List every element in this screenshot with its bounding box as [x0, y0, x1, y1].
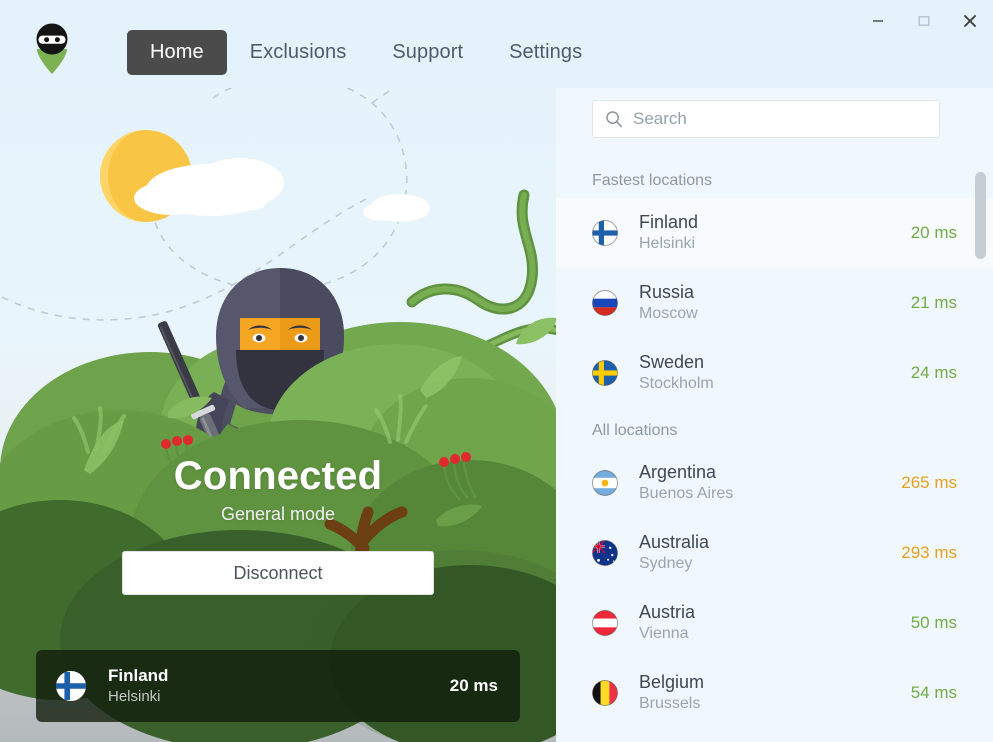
location-country: Sweden [639, 352, 705, 373]
connection-mode-subtitle: General mode [220, 504, 336, 524]
location-row[interactable]: Finland Helsinki 20 ms [556, 198, 993, 268]
location-country: Russia [639, 282, 695, 303]
current-location-text: Finland Helsinki [108, 665, 450, 707]
maximize-icon [918, 16, 930, 26]
location-ping: 21 ms [910, 293, 957, 312]
flag-austria-icon [592, 610, 618, 636]
ninja-scene-illustration [0, 0, 556, 742]
location-city: Stockholm [639, 375, 714, 393]
location-country: Austria [639, 602, 696, 623]
close-icon [964, 15, 976, 27]
search-icon [606, 111, 622, 128]
location-country: Belgium [639, 672, 705, 693]
all-locations-label: All locations [592, 422, 678, 439]
home-illustration-panel: Connected General mode Disconnect Finlan… [0, 0, 556, 742]
minimize-button[interactable] [855, 0, 901, 42]
location-ping: 20 ms [910, 223, 957, 242]
location-ping: 293 ms [901, 543, 957, 562]
location-text: Sweden Stockholm [639, 351, 911, 395]
all-locations-list: Argentina Buenos Aires 265 ms Australia … [556, 448, 993, 728]
location-row[interactable]: Russia Moscow 21 ms [556, 268, 993, 338]
location-text: Argentina Buenos Aires [639, 461, 901, 505]
location-city: Helsinki [639, 235, 696, 253]
fastest-locations-label: Fastest locations [592, 172, 713, 189]
location-row[interactable]: Belgium Brussels 54 ms [556, 658, 993, 728]
location-text: Belgium Brussels [639, 671, 911, 715]
location-row[interactable]: Sweden Stockholm 24 ms [556, 338, 993, 408]
minimize-icon [873, 20, 883, 22]
location-ping: 24 ms [910, 363, 957, 382]
flag-argentina-icon [592, 470, 618, 496]
main-navigation: Home Exclusions Support Settings [127, 30, 605, 75]
adguard-vpn-ninja-logo [36, 23, 68, 74]
connection-status-block: Connected General mode Disconnect [0, 455, 556, 595]
search-input[interactable] [633, 101, 939, 137]
close-button[interactable] [947, 0, 993, 42]
title-bar: Home Exclusions Support Settings [0, 0, 993, 88]
flag-sweden-icon [592, 360, 618, 386]
location-text: Australia Sydney [639, 531, 901, 575]
location-row[interactable]: Austria Vienna 50 ms [556, 588, 993, 658]
current-location-city: Helsinki [108, 688, 161, 706]
location-ping: 54 ms [910, 683, 957, 702]
vpn-app-window: Connected General mode Disconnect Finlan… [0, 0, 993, 742]
location-city: Buenos Aires [639, 485, 734, 503]
flag-belgium-icon [592, 680, 618, 706]
flag-australia-icon [592, 540, 618, 566]
maximize-button[interactable] [901, 0, 947, 42]
locations-scrollbar-thumb[interactable] [975, 172, 986, 259]
search-bar [592, 100, 940, 138]
search-box[interactable] [592, 100, 940, 138]
locations-scroll-area: Fastest locations Finland Helsinki 20 ms [556, 158, 993, 742]
location-ping: 50 ms [910, 613, 957, 632]
location-text: Russia Moscow [639, 281, 911, 325]
locations-panel: Fastest locations Finland Helsinki 20 ms [556, 0, 993, 742]
nav-item-home[interactable]: Home [127, 30, 227, 75]
location-row[interactable]: Argentina Buenos Aires 265 ms [556, 448, 993, 518]
disconnect-button[interactable]: Disconnect [122, 551, 434, 595]
location-text: Austria Vienna [639, 601, 911, 645]
nav-item-exclusions[interactable]: Exclusions [227, 30, 370, 75]
flag-russia-icon [592, 290, 618, 316]
location-country: Australia [639, 532, 710, 553]
location-text: Finland Helsinki [639, 211, 911, 255]
nav-item-settings[interactable]: Settings [486, 30, 605, 75]
location-country: Argentina [639, 462, 717, 483]
location-row[interactable]: Australia Sydney 293 ms [556, 518, 993, 588]
location-country: Finland [639, 212, 699, 233]
location-ping: 265 ms [901, 473, 957, 492]
location-city: Vienna [639, 625, 689, 643]
flag-finland-icon [56, 671, 86, 701]
flag-finland-icon [592, 220, 618, 246]
current-location-bar[interactable]: Finland Helsinki 20 ms [36, 650, 520, 722]
fastest-locations-list: Finland Helsinki 20 ms Russia Moscow 21 … [556, 198, 993, 408]
current-location-country: Finland [108, 666, 169, 686]
location-city: Brussels [639, 695, 701, 713]
window-controls [855, 0, 993, 42]
nav-item-support[interactable]: Support [369, 30, 486, 75]
location-city: Sydney [639, 555, 693, 573]
connection-status-title: Connected [173, 454, 383, 498]
current-location-ping: 20 ms [449, 676, 498, 695]
location-city: Moscow [639, 305, 698, 323]
